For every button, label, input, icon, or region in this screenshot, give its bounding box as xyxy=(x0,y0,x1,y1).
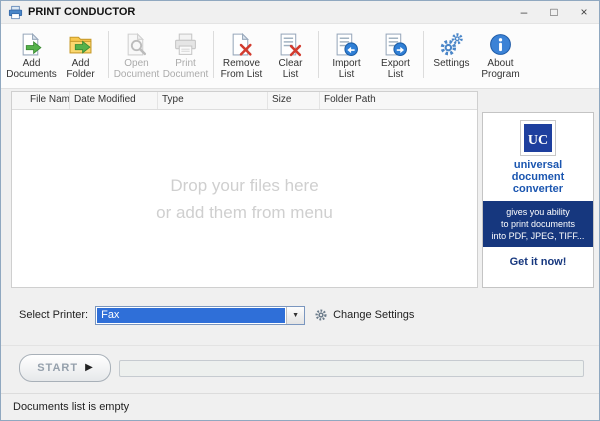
button-label: List xyxy=(388,69,404,80)
start-button[interactable]: START ▶ xyxy=(19,354,111,382)
button-label: Print xyxy=(175,58,196,69)
drop-hint-line-2: or add them from menu xyxy=(156,199,333,226)
button-label: About xyxy=(487,58,513,69)
title-bar: PRINT CONDUCTOR – □ × xyxy=(1,1,599,23)
button-label: Export xyxy=(381,58,410,69)
list-header: File Name Date Modified Type Size Folder… xyxy=(12,92,477,110)
start-button-label: START xyxy=(37,362,78,374)
printer-row: Select Printer: Fax ▼ Change Settings xyxy=(1,304,599,326)
clear-list-icon xyxy=(278,30,303,58)
play-icon: ▶ xyxy=(85,363,93,373)
drop-hint-line-1: Drop your files here xyxy=(170,172,318,199)
toolbar-separator xyxy=(213,31,214,78)
change-settings-link[interactable]: Change Settings xyxy=(314,308,414,322)
column-header-folder-path[interactable]: Folder Path xyxy=(320,92,477,109)
remove-from-list-icon xyxy=(229,30,254,58)
remove-from-list-button[interactable]: Remove From List xyxy=(217,27,266,88)
print-document-icon xyxy=(173,30,198,58)
udc-logo-icon: UC xyxy=(520,120,556,156)
button-label: Program xyxy=(481,69,519,80)
get-it-now-link[interactable]: Get it now! xyxy=(483,256,593,268)
minimize-button[interactable]: – xyxy=(509,1,539,23)
settings-button[interactable]: Settings xyxy=(427,27,476,88)
open-document-button[interactable]: Open Document xyxy=(112,27,161,88)
import-list-button[interactable]: Import List xyxy=(322,27,371,88)
select-printer-label: Select Printer: xyxy=(19,309,88,321)
column-header-type[interactable]: Type xyxy=(158,92,268,109)
button-label: Settings xyxy=(433,58,469,69)
drop-zone[interactable]: Drop your files here or add them from me… xyxy=(12,110,477,287)
column-header-date-modified[interactable]: Date Modified xyxy=(70,92,158,109)
button-label: Import xyxy=(332,58,360,69)
button-label: Document xyxy=(114,69,160,80)
import-list-icon xyxy=(334,30,359,58)
change-settings-label: Change Settings xyxy=(333,309,414,321)
document-list: File Name Date Modified Type Size Folder… xyxy=(11,91,478,288)
add-folder-button[interactable]: Add Folder xyxy=(56,27,105,88)
status-bar: Documents list is empty xyxy=(1,393,599,420)
toolbar-separator xyxy=(108,31,109,78)
maximize-button[interactable]: □ xyxy=(539,1,569,23)
progress-bar xyxy=(119,360,584,377)
close-button[interactable]: × xyxy=(569,1,599,23)
universal-document-converter-ad[interactable]: UC universal document converter gives yo… xyxy=(482,112,594,288)
button-label: Document xyxy=(163,69,209,80)
about-program-button[interactable]: About Program xyxy=(476,27,525,88)
button-label: From List xyxy=(221,69,263,80)
start-row: START ▶ xyxy=(1,353,599,383)
settings-icon xyxy=(439,30,464,58)
gear-icon xyxy=(314,308,328,322)
open-document-icon xyxy=(124,30,149,58)
export-list-icon xyxy=(383,30,408,58)
toolbar-separator xyxy=(423,31,424,78)
window-title: PRINT CONDUCTOR xyxy=(28,6,135,18)
button-label: List xyxy=(339,69,355,80)
column-header-size[interactable]: Size xyxy=(268,92,320,109)
ad-pitch-line-1: gives you ability xyxy=(485,206,591,218)
printer-app-icon xyxy=(8,5,23,20)
ad-brand-text: universal document converter xyxy=(483,159,593,195)
ad-pitch-line-3: into PDF, JPEG, TIFF... xyxy=(485,230,591,242)
button-label: Open xyxy=(124,58,148,69)
button-label: Add xyxy=(23,58,41,69)
printer-select[interactable]: Fax ▼ xyxy=(95,306,305,325)
add-documents-button[interactable]: Add Documents xyxy=(7,27,56,88)
button-label: Add xyxy=(72,58,90,69)
toolbar-separator xyxy=(318,31,319,78)
print-conductor-window: PRINT CONDUCTOR – □ × Add Documents xyxy=(0,0,600,421)
clear-list-button[interactable]: Clear List xyxy=(266,27,315,88)
ad-pitch-line-2: to print documents xyxy=(485,218,591,230)
export-list-button[interactable]: Export List xyxy=(371,27,420,88)
ad-pitch-text: gives you ability to print documents int… xyxy=(483,201,593,247)
divider xyxy=(1,345,599,346)
toolbar: Add Documents Add Folder xyxy=(1,23,599,89)
svg-text:UC: UC xyxy=(528,133,548,148)
button-label: Remove xyxy=(223,58,260,69)
add-folder-icon xyxy=(68,30,93,58)
printer-selected-value: Fax xyxy=(97,308,285,323)
button-label: Folder xyxy=(66,69,94,80)
button-label: List xyxy=(283,69,299,80)
add-documents-icon xyxy=(19,30,44,58)
print-document-button[interactable]: Print Document xyxy=(161,27,210,88)
button-label: Clear xyxy=(279,58,303,69)
chevron-down-icon[interactable]: ▼ xyxy=(286,307,304,324)
about-program-icon xyxy=(488,30,513,58)
button-label: Documents xyxy=(6,69,57,80)
column-header-file-name[interactable]: File Name xyxy=(12,92,70,109)
status-text: Documents list is empty xyxy=(13,401,129,413)
